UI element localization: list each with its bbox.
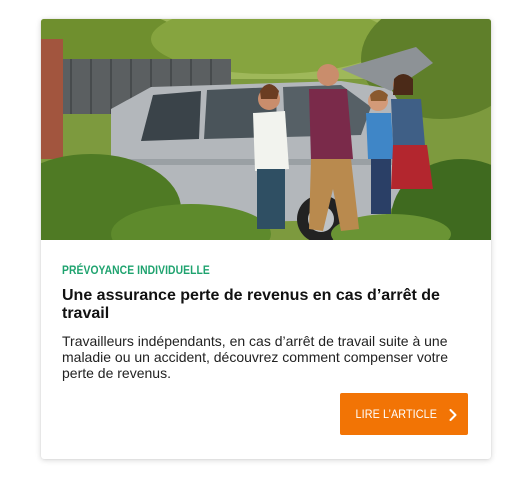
article-description: Travailleurs indépendants, en cas d’arrê… bbox=[62, 333, 448, 381]
read-article-button[interactable]: LIRE L’ARTICLE bbox=[340, 393, 468, 435]
article-image[interactable] bbox=[41, 19, 491, 240]
article-title[interactable]: Une assurance perte de revenus en cas d’… bbox=[62, 287, 470, 323]
article-card[interactable]: PRÉVOYANCE INDIVIDUELLE Une assurance pe… bbox=[41, 19, 491, 459]
article-body: PRÉVOYANCE INDIVIDUELLE Une assurance pe… bbox=[62, 263, 472, 381]
article-category[interactable]: PRÉVOYANCE INDIVIDUELLE bbox=[62, 263, 415, 277]
read-article-label: LIRE L’ARTICLE bbox=[355, 407, 437, 421]
chevron-right-icon bbox=[449, 408, 457, 421]
